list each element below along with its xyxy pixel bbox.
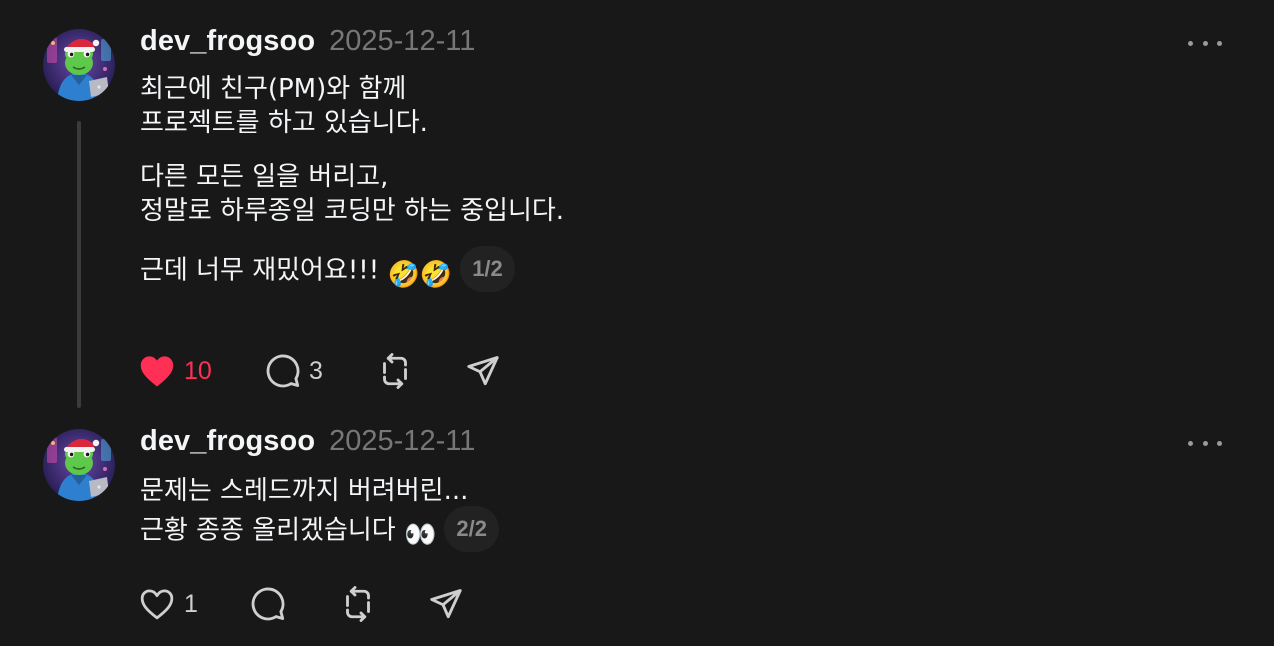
like-button[interactable]: 10 (138, 351, 250, 391)
post-header: dev_frogsoo 2025-12-11 (140, 425, 475, 461)
like-count: 1 (184, 589, 198, 618)
comment-bubble-icon (251, 587, 285, 621)
post-paragraph: 다른 모든 일을 버리고, 정말로 하루종일 코딩만 하는 중입니다. (140, 160, 1140, 228)
repost-button[interactable] (340, 584, 428, 624)
avatar[interactable] (43, 29, 115, 101)
reply-button[interactable] (250, 584, 340, 624)
post-actions: 10 3 (138, 351, 505, 391)
share-button[interactable] (465, 351, 505, 391)
thread-pager-badge: 1/2 (460, 246, 515, 292)
post-text-line: 근데 너무 재밌어요!!! 🤣🤣 1/2 (140, 246, 1140, 294)
post-text: 근데 너무 재밌어요!!! (140, 255, 380, 286)
more-options-button[interactable] (1188, 433, 1222, 453)
reply-button[interactable]: 3 (265, 351, 377, 391)
avatar[interactable] (43, 429, 115, 501)
post-body: 최근에 친구(PM)와 함께 프로젝트를 하고 있습니다. 다른 모든 일을 버… (140, 72, 1140, 294)
repost-button[interactable] (377, 351, 465, 391)
more-options-button[interactable] (1188, 33, 1222, 53)
more-dots-icon (1188, 40, 1193, 46)
post-text-line: 최근에 친구(PM)와 함께 (140, 74, 407, 104)
post-header: dev_frogsoo 2025-12-11 (140, 25, 475, 61)
send-paper-plane-icon (430, 589, 462, 619)
thread-post-1: dev_frogsoo 2025-12-11 최근에 친구(PM)와 함께 프로… (0, 0, 1274, 410)
post-body: 문제는 스레드까지 버려버린... 근황 종종 올리겠습니다 👀 2/2 (140, 474, 1140, 554)
username[interactable]: dev_frogsoo (140, 25, 315, 58)
thread-view: dev_frogsoo 2025-12-11 최근에 친구(PM)와 함께 프로… (0, 0, 1274, 646)
more-dots-icon (1188, 440, 1193, 446)
repost-icon (383, 353, 407, 389)
post-actions: 1 (138, 584, 468, 624)
post-date: 2025-12-11 (329, 25, 476, 57)
thread-post-2: dev_frogsoo 2025-12-11 문제는 스레드까지 버려버린...… (0, 410, 1274, 646)
heart-filled-icon (140, 356, 174, 387)
post-text-line: 정말로 하루종일 코딩만 하는 중입니다. (140, 196, 565, 226)
like-button[interactable]: 1 (138, 584, 250, 624)
reply-count: 3 (309, 356, 323, 385)
post-text: 근황 종종 올리겠습니다 (140, 515, 396, 546)
post-text-line: 근황 종종 올리겠습니다 👀 2/2 (140, 506, 1140, 554)
share-button[interactable] (428, 584, 468, 624)
post-text-line: 문제는 스레드까지 버려버린... (140, 476, 469, 506)
repost-icon (346, 586, 370, 622)
comment-bubble-icon (266, 354, 300, 388)
post-paragraph: 문제는 스레드까지 버려버린... 근황 종종 올리겠습니다 👀 2/2 (140, 474, 1140, 554)
post-text-line: 다른 모든 일을 버리고, (140, 162, 389, 192)
heart-outline-icon (140, 589, 174, 620)
send-paper-plane-icon (467, 356, 499, 386)
eyes-emoji: 👀 (404, 519, 437, 550)
username[interactable]: dev_frogsoo (140, 425, 315, 458)
rofl-emoji: 🤣🤣 (387, 259, 453, 290)
like-count: 10 (184, 356, 212, 385)
thread-pager-badge: 2/2 (444, 506, 499, 552)
post-paragraph: 근데 너무 재밌어요!!! 🤣🤣 1/2 (140, 246, 1140, 294)
post-paragraph: 최근에 친구(PM)와 함께 프로젝트를 하고 있습니다. (140, 72, 1140, 140)
thread-connector-line (77, 121, 81, 408)
post-text-line: 프로젝트를 하고 있습니다. (140, 108, 428, 138)
post-date: 2025-12-11 (329, 425, 476, 457)
